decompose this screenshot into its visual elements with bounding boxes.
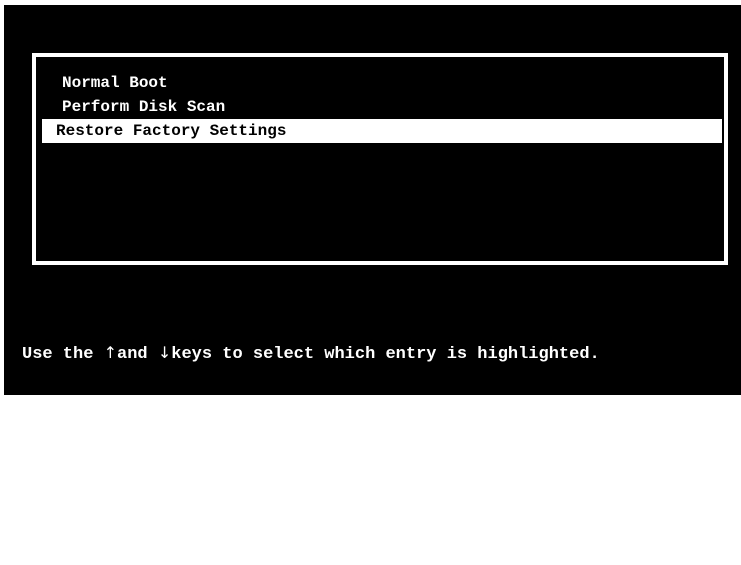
up-arrow-icon: ↑ — [103, 343, 118, 362]
help-line-3: commands before booting, or 'c' for comm… — [22, 493, 522, 512]
menu-item-restore-factory-settings[interactable]: Restore Factory Settings — [42, 119, 722, 143]
help-text: Use the ↑and ↓keys to select which entry… — [22, 290, 600, 565]
boot-screen: Normal Boot Perform Disk Scan Restore Fa… — [4, 5, 741, 512]
help-line-1: Use the ↑and ↓keys to select which entry… — [22, 340, 600, 365]
boot-menu-box: Normal Boot Perform Disk Scan Restore Fa… — [32, 53, 728, 265]
boot-menu-list: Normal Boot Perform Disk Scan Restore Fa… — [36, 71, 724, 143]
help-line-1-mid: and — [117, 345, 158, 364]
help-line-1-post: keys to select which entry is highlighte… — [171, 345, 600, 364]
down-arrow-icon: ↓ — [157, 343, 172, 362]
help-line-1-pre: Use the — [22, 345, 104, 364]
menu-item-perform-disk-scan[interactable]: Perform Disk Scan — [42, 95, 722, 119]
help-line-2: Press enter to boot the selected OS, 'e'… — [22, 418, 553, 437]
menu-item-normal-boot[interactable]: Normal Boot — [42, 71, 722, 95]
